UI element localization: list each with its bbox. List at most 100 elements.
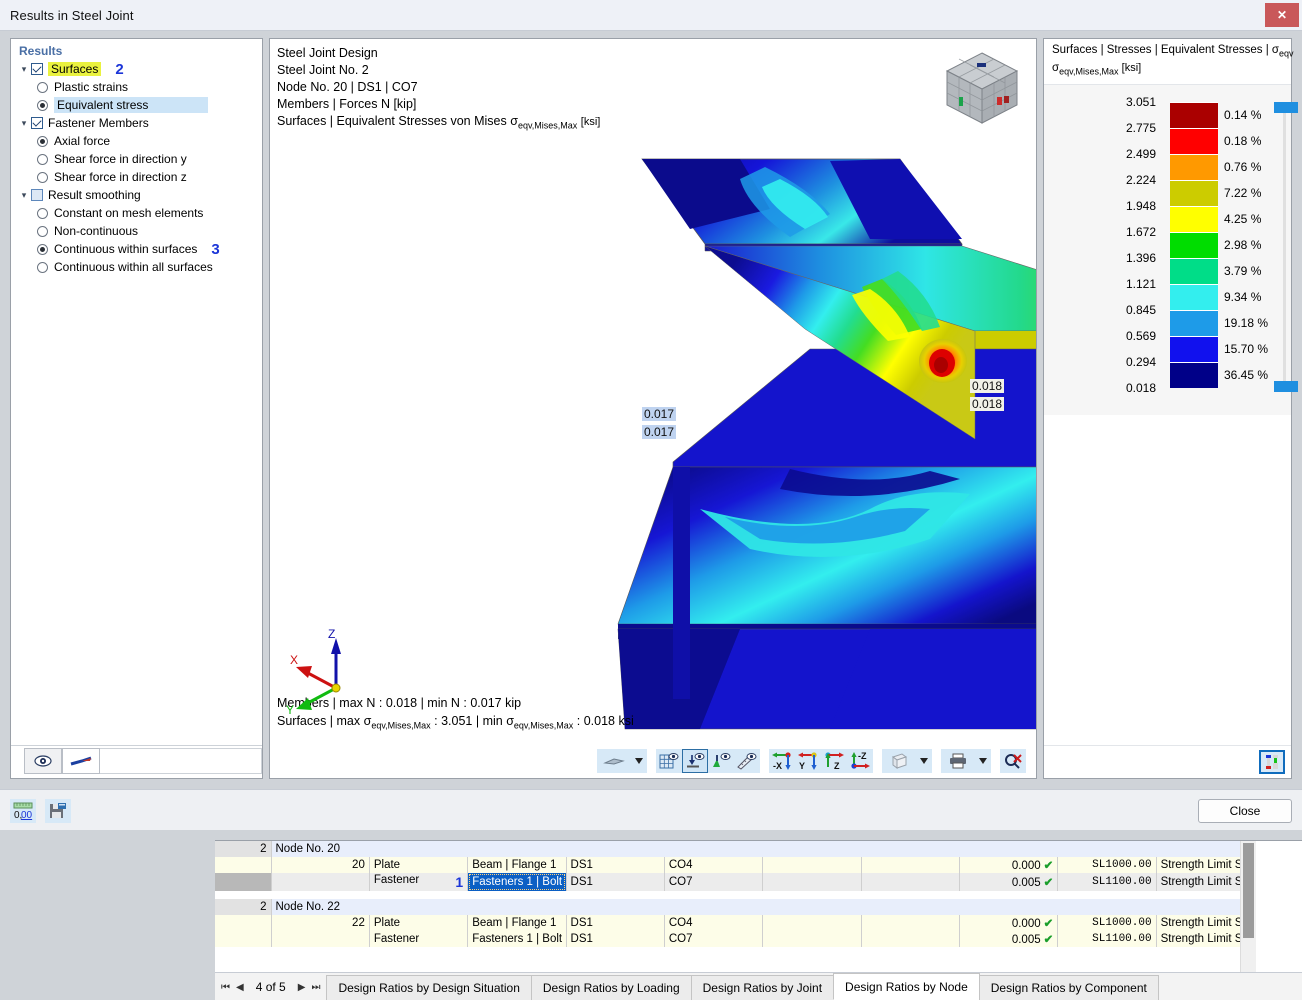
- row-design-situation: DS1: [566, 915, 665, 931]
- legend-swatch[interactable]: [1170, 257, 1218, 284]
- view-y-button[interactable]: Y: [795, 749, 821, 773]
- footer-sigma-mid: : 3.051 | min σ: [430, 713, 514, 728]
- render-mode-dropdown[interactable]: [631, 749, 647, 773]
- table-group-row[interactable]: 2 Node No. 20: [215, 841, 1255, 857]
- close-dialog-button[interactable]: Close: [1198, 799, 1292, 823]
- tree-checkbox[interactable]: [31, 189, 43, 201]
- steel-joint-model[interactable]: [270, 39, 1036, 739]
- window-close-button[interactable]: ✕: [1265, 3, 1299, 27]
- show-supports-button[interactable]: [682, 749, 708, 773]
- legend-swatch[interactable]: [1170, 101, 1218, 128]
- tree-item-surfaces[interactable]: ▾ Surfaces 2: [11, 60, 262, 78]
- pager-first-icon[interactable]: ⏮: [221, 982, 230, 993]
- tree-checkbox[interactable]: [31, 117, 43, 129]
- view-neg-z-button[interactable]: -Z: [847, 749, 873, 773]
- tree-item-constant-on-mesh-elements[interactable]: Constant on mesh elements: [11, 204, 262, 222]
- svg-text:Z: Z: [834, 761, 840, 771]
- tree-radio[interactable]: [37, 135, 48, 147]
- printer-icon: [950, 753, 966, 769]
- show-loads-button[interactable]: [708, 749, 734, 773]
- legend-swatch[interactable]: [1170, 179, 1218, 206]
- legend-swatch[interactable]: [1170, 309, 1218, 336]
- tree-checkbox[interactable]: [31, 63, 43, 75]
- tree-radio[interactable]: [37, 171, 48, 183]
- legend-swatch[interactable]: [1170, 361, 1218, 388]
- row-description[interactable]: Fasteners 1 | Bolt 1, 1: [467, 931, 567, 947]
- tab-design-ratios-by-component[interactable]: Design Ratios by Component: [978, 975, 1159, 1000]
- tab-design-ratios-by-node[interactable]: Design Ratios by Node: [833, 973, 980, 1000]
- tab-design-ratios-by-loading[interactable]: Design Ratios by Loading: [530, 975, 692, 1000]
- render-mode-button[interactable]: [597, 749, 631, 773]
- show-dimensions-button[interactable]: [734, 749, 760, 773]
- tree-radio[interactable]: [37, 243, 48, 255]
- legend-range-slider[interactable]: [1274, 101, 1298, 392]
- table-row[interactable]: 20 Plate Beam | Flange 1 DS1 CO4 0.000 ✔ SL1000…: [215, 857, 1256, 873]
- table-row[interactable]: 22 Plate Beam | Flange 1 DS1 CO4 0.000 ✔ SL1000…: [215, 915, 1256, 931]
- row-id: 22: [271, 915, 370, 931]
- legend-swatch[interactable]: [1170, 153, 1218, 180]
- tree-radio[interactable]: [37, 207, 48, 219]
- table-row[interactable]: FastenerFasteners 1 | Bolt 1, 1DS1CO7 0.0…: [215, 931, 1256, 947]
- tree-item-equivalent-stress[interactable]: Equivalent stress: [11, 96, 262, 114]
- row-description[interactable]: Beam | Flange 1: [467, 915, 567, 931]
- tree-item-result-smoothing[interactable]: ▾ Result smoothing: [11, 186, 262, 204]
- view-z-button[interactable]: Z: [821, 749, 847, 773]
- pager-next-icon[interactable]: ▶: [298, 982, 306, 993]
- section-cut-button[interactable]: [62, 748, 100, 774]
- design-ratios-table-body: 2 Node No. 20 20 Plate Beam | Flange 1 DS1 CO4…: [215, 841, 1256, 947]
- tree-expander-icon[interactable]: ▾: [17, 64, 31, 75]
- tree-radio[interactable]: [37, 99, 48, 111]
- save-settings-button[interactable]: [45, 799, 71, 823]
- print-dropdown[interactable]: [975, 749, 991, 773]
- tree-item-fastener-members[interactable]: ▾ Fastener Members: [11, 114, 262, 132]
- tab-design-ratios-by-joint[interactable]: Design Ratios by Joint: [690, 975, 835, 1000]
- print-button[interactable]: [941, 749, 975, 773]
- legend-swatch[interactable]: [1170, 231, 1218, 258]
- legend-title: Surfaces | Stresses | Equivalent Stresse…: [1044, 39, 1294, 85]
- row-description[interactable]: Beam | Flange 1: [467, 857, 567, 873]
- tree-expander-icon[interactable]: ▾: [17, 190, 31, 201]
- scene-value-label: 0.018: [970, 379, 1005, 393]
- axis-neg-z-icon: -Z: [851, 751, 870, 769]
- navigation-cube[interactable]: [939, 47, 1025, 129]
- tree-item-continuous-within-all-surfaces[interactable]: Continuous within all surfaces: [11, 258, 262, 276]
- legend-settings-button[interactable]: [1259, 750, 1285, 774]
- row-description[interactable]: Fasteners 1 | Bolt 1, 2: [467, 873, 567, 891]
- toolbar-group-display: [656, 749, 760, 773]
- reset-zoom-button[interactable]: [1000, 749, 1026, 773]
- tree-item-plastic-strains[interactable]: Plastic strains: [11, 78, 262, 96]
- tree-item-continuous-within-surfaces[interactable]: Continuous within surfaces 3: [11, 240, 262, 258]
- tree-item-axial-force[interactable]: Axial force: [11, 132, 262, 150]
- table-row[interactable]: Fastener1Fasteners 1 | Bolt 1, 2DS1CO7 0.…: [215, 873, 1256, 891]
- perspective-dropdown[interactable]: [916, 749, 932, 773]
- tree-item-shear-force-in-direction-y[interactable]: Shear force in direction y: [11, 150, 262, 168]
- pager-prev-icon[interactable]: ◀: [236, 982, 244, 993]
- scrollbar-thumb[interactable]: [1243, 843, 1254, 938]
- table-vertical-scrollbar[interactable]: [1240, 841, 1256, 983]
- steel-joint-3d-view[interactable]: Steel Joint Design Steel Joint No. 2 Nod…: [269, 38, 1037, 779]
- tree-radio[interactable]: [37, 153, 48, 165]
- caption-stress-prefix: Surfaces | Equivalent Stresses von Mises…: [277, 114, 518, 128]
- tab-design-ratios-by-design-situation[interactable]: Design Ratios by Design Situation: [326, 975, 532, 1000]
- tree-radio[interactable]: [37, 81, 48, 93]
- decimal-places-button[interactable]: 0, 00: [10, 799, 36, 823]
- tree-radio[interactable]: [37, 225, 48, 237]
- table-group-row[interactable]: 2 Node No. 22: [215, 899, 1255, 915]
- perspective-button[interactable]: [882, 749, 916, 773]
- tree-item-shear-force-in-direction-z[interactable]: Shear force in direction z: [11, 168, 262, 186]
- visibility-toggle-button[interactable]: [24, 748, 62, 774]
- legend-swatch[interactable]: [1170, 127, 1218, 154]
- tree-filter-field[interactable]: [100, 748, 262, 774]
- slider-knob-min[interactable]: [1274, 380, 1298, 392]
- tree-radio[interactable]: [37, 261, 48, 273]
- legend-swatch[interactable]: [1170, 283, 1218, 310]
- legend-swatch[interactable]: [1170, 205, 1218, 232]
- row-id: 20: [271, 857, 370, 873]
- view-x-button[interactable]: -X: [769, 749, 795, 773]
- legend-swatch[interactable]: [1170, 335, 1218, 362]
- pager-last-icon[interactable]: ⏭: [311, 982, 320, 993]
- tree-expander-icon[interactable]: ▾: [17, 118, 31, 129]
- tree-item-non-continuous[interactable]: Non-continuous: [11, 222, 262, 240]
- slider-knob-max[interactable]: [1274, 101, 1298, 113]
- show-grid-button[interactable]: [656, 749, 682, 773]
